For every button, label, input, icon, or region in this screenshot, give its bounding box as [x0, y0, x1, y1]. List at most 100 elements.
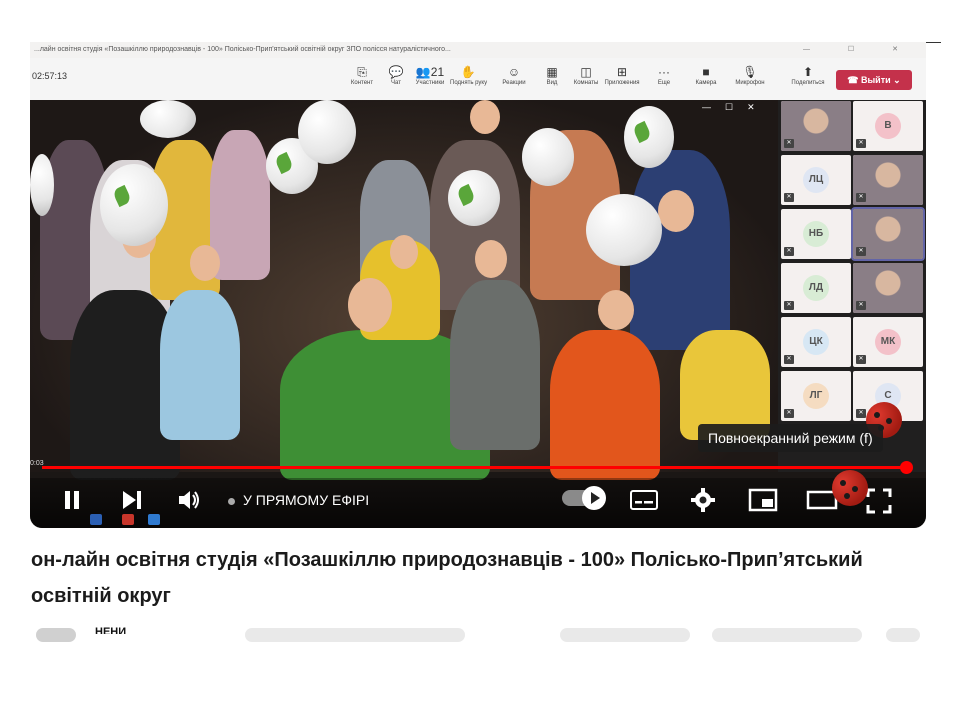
toolbar-label: Участники	[415, 80, 445, 86]
toolbar-content-button[interactable]: ⎘ Контент	[344, 64, 380, 96]
pause-button[interactable]	[60, 488, 84, 512]
progress-bar[interactable]	[42, 466, 906, 469]
action-chip[interactable]	[560, 628, 690, 642]
participant-tile[interactable]: ЛЦ ✕	[781, 155, 851, 205]
live-indicator[interactable]: У ПРЯМОМУ ЕФІРІ	[228, 492, 369, 508]
fullscreen-button[interactable]	[866, 488, 892, 514]
miniplayer-button[interactable]	[748, 488, 778, 512]
participant-tile[interactable]: ЛГ ✕	[781, 371, 851, 421]
toolbar-share-button[interactable]: ⬆ Поделиться	[790, 64, 826, 96]
participant-tile[interactable]: ЦК ✕	[781, 317, 851, 367]
leave-label: Выйти	[861, 75, 891, 85]
participant-tile[interactable]: ✕	[853, 155, 923, 205]
toolbar-label: Комнаты	[573, 80, 599, 86]
toolbar-rooms-button[interactable]: ◫ Комнаты	[568, 64, 604, 96]
channel-avatar[interactable]	[36, 628, 76, 642]
mic-off-icon: ✕	[784, 355, 794, 364]
participant-tile[interactable]: ЛД ✕	[781, 263, 851, 313]
meeting-timer: 02:57:13	[32, 71, 68, 81]
gear-icon	[691, 488, 715, 512]
face-shape	[390, 235, 418, 269]
toolbar-label: Приложения	[604, 80, 640, 86]
mic-off-icon: ✕	[784, 139, 794, 148]
balloon-shape	[30, 154, 54, 216]
video-player[interactable]: ...лайн освітня студія «Позашкіллю приро…	[30, 42, 926, 528]
toolbar-hand-button[interactable]: ✋ Поднять руку	[450, 64, 488, 96]
action-chip[interactable]	[712, 628, 862, 642]
miniplayer-icon	[748, 488, 778, 512]
settings-button[interactable]	[690, 487, 716, 513]
mic-off-icon: ✕	[856, 409, 866, 418]
more-actions-chip[interactable]	[886, 628, 920, 642]
apps-icon: ⊞	[616, 65, 628, 79]
participant-tile[interactable]: НБ ✕	[781, 209, 851, 259]
toolbar-camera-button[interactable]: ■ Камера	[688, 64, 724, 96]
taskbar-app-icon	[148, 514, 160, 525]
taskbar-app-icon	[90, 514, 102, 525]
participant-avatar: ЛГ	[803, 383, 829, 409]
subtitles-icon	[630, 490, 658, 510]
action-chip[interactable]	[245, 628, 465, 642]
teams-meeting-toolbar: 02:57:13 ☎ Выйти ⌄ ⎘ Контент 💬 Чат 👥21 Участн…	[30, 58, 926, 101]
mic-off-icon: ✕	[784, 301, 794, 310]
participant-avatar: ЦК	[803, 329, 829, 355]
autoplay-toggle[interactable]	[562, 486, 606, 510]
participant-tile[interactable]: ✕	[851, 207, 925, 261]
toolbar-label: Камера	[695, 80, 717, 86]
pause-icon	[65, 491, 79, 509]
content-icon: ⎘	[357, 65, 367, 79]
toolbar-reaction-button[interactable]: ☺ Реакции	[496, 64, 532, 96]
hand-icon: ✋	[460, 65, 476, 79]
balloon-shape	[298, 100, 356, 164]
toolbar-apps-button[interactable]: ⊞ Приложения	[604, 64, 640, 96]
window-controls[interactable]: — ☐ ✕	[803, 42, 916, 58]
progress-fill	[42, 466, 906, 469]
participant-tile[interactable]: ✕	[781, 101, 851, 151]
below-video-strip	[30, 628, 930, 642]
leave-button[interactable]: ☎ Выйти ⌄	[836, 70, 912, 90]
next-button[interactable]	[120, 488, 144, 512]
desktop-taskbar	[30, 512, 180, 528]
participant-avatar: ЛЦ	[803, 167, 829, 193]
balloon-shape	[100, 164, 168, 246]
toolbar-label: Еще	[657, 80, 671, 86]
subtitles-button[interactable]	[630, 489, 658, 511]
volume-icon	[179, 491, 199, 509]
progress-scrubber[interactable]	[900, 461, 913, 474]
participant-tile[interactable]: МК ✕	[853, 317, 923, 367]
participant-tile[interactable]: ✕	[853, 263, 923, 313]
fullscreen-icon	[866, 488, 892, 514]
more-icon: ···	[658, 65, 670, 79]
toolbar-label: Поднять руку	[450, 80, 488, 86]
people-icon: 👥21	[415, 65, 445, 79]
stage-window-controls[interactable]: —☐✕	[702, 102, 772, 116]
toolbar-chat-button[interactable]: 💬 Чат	[378, 64, 414, 96]
toolbar-more-button[interactable]: ··· Еще	[646, 64, 682, 96]
balloon-shape	[140, 100, 196, 138]
toolbar-label: Чат	[391, 80, 401, 86]
participant-tile[interactable]: В ✕	[853, 101, 923, 151]
channel-name-partial: НЕНИ	[95, 626, 127, 634]
video-frame[interactable]: —☐✕	[30, 100, 778, 480]
toolbar-label: Микрофон	[735, 80, 765, 86]
person-shape	[450, 280, 540, 450]
phone-icon: ☎	[847, 75, 861, 85]
toolbar-view-button[interactable]: ▦ Вид	[534, 64, 570, 96]
leaf-logo-icon	[456, 183, 477, 206]
taskbar-app-icon	[122, 514, 134, 525]
mic-off-icon: ✕	[784, 409, 794, 418]
mic-off-icon: ✕	[856, 301, 866, 310]
next-icon	[123, 491, 141, 509]
participant-avatar: ЛД	[803, 275, 829, 301]
participant-avatar: НБ	[803, 221, 829, 247]
person-shape	[160, 290, 240, 440]
teams-window-title: ...лайн освітня студія «Позашкіллю приро…	[30, 42, 926, 58]
volume-button[interactable]	[176, 487, 202, 513]
balloon-shape	[448, 170, 500, 226]
fullscreen-tooltip: Повноекранний режим (f)	[698, 424, 883, 452]
toolbar-mic-button[interactable]: 🎙 Микрофон	[732, 64, 768, 96]
person-shape	[550, 330, 660, 480]
leaf-logo-icon	[274, 151, 295, 174]
toolbar-people-button[interactable]: 👥21 Участники	[412, 64, 448, 96]
reaction-icon: ☺	[507, 65, 521, 79]
